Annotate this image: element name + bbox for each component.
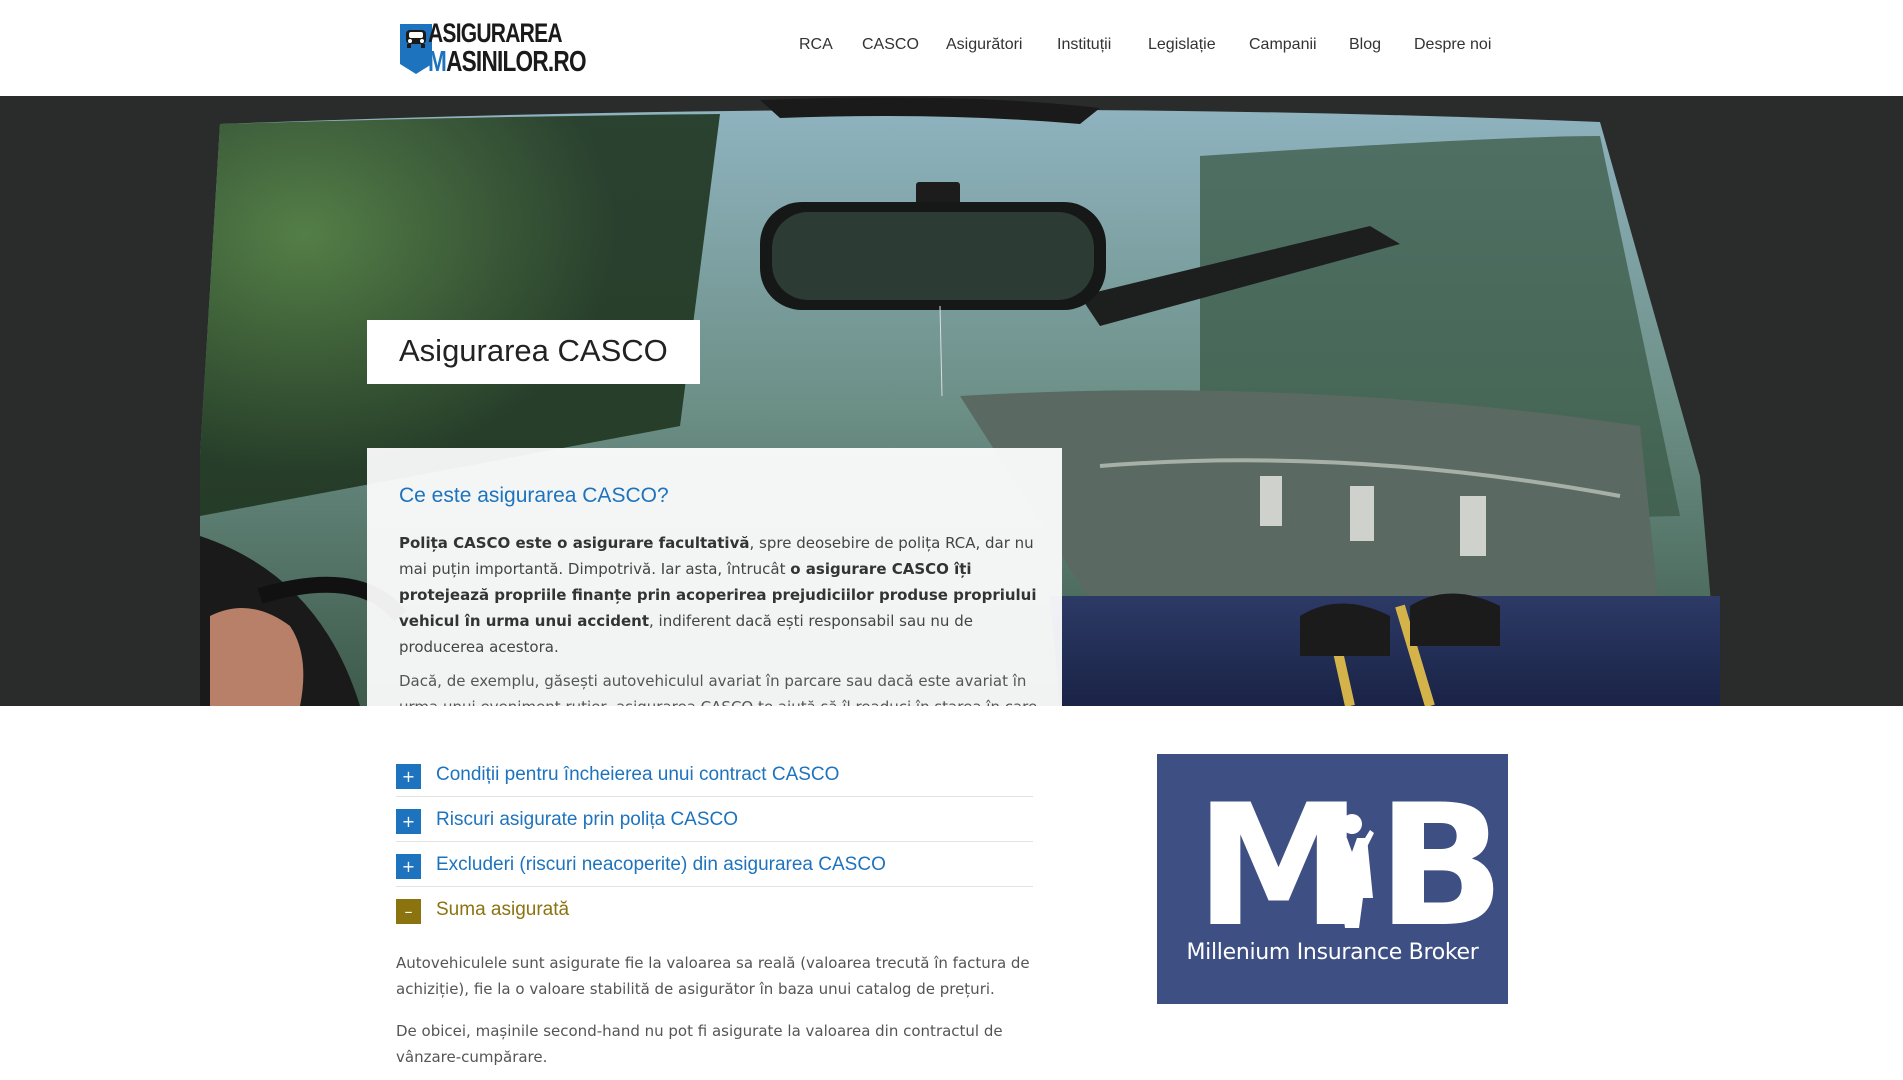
accordion-item-suma-asigurata[interactable]: – Suma asigurată <box>396 887 1033 932</box>
accordion-label[interactable]: Riscuri asigurate prin polița CASCO <box>436 809 738 831</box>
plus-icon[interactable]: + <box>396 764 421 789</box>
intro-heading: Ce este asigurarea CASCO? <box>399 484 669 507</box>
mib-logo-mark: M B <box>1195 768 1505 944</box>
main-nav: RCA CASCO Asigurători Instituții Legisla… <box>0 36 1903 58</box>
accordion-label[interactable]: Excluderi (riscuri neacoperite) din asig… <box>436 854 886 876</box>
intro-card: Ce este asigurarea CASCO? Polița CASCO e… <box>367 448 1062 706</box>
intro-paragraph-1: Polița CASCO este o asigurare facultativ… <box>399 530 1039 660</box>
plus-icon[interactable]: + <box>396 809 421 834</box>
intro-paragraph-2: Dacă, de exemplu, găsești autovehiculul … <box>399 672 1037 706</box>
accordion-label[interactable]: Condiții pentru încheierea unui contract… <box>436 764 839 786</box>
mib-letter-b: B <box>1377 768 1505 944</box>
mib-advert[interactable]: M B Millenium Insurance Broker <box>1157 754 1508 1004</box>
intro-bold-1: Polița CASCO este o asigurare facultativ… <box>399 534 750 552</box>
nav-item-casco[interactable]: CASCO <box>862 36 919 54</box>
nav-item-blog[interactable]: Blog <box>1349 36 1381 54</box>
page-title: Asigurarea CASCO <box>399 333 668 368</box>
accordion-item-excluderi[interactable]: + Excluderi (riscuri neacoperite) din as… <box>396 842 1033 887</box>
mib-caption: Millenium Insurance Broker <box>1186 940 1479 965</box>
faq-accordion: + Condiții pentru încheierea unui contra… <box>396 752 1033 932</box>
accordion-body-paragraph-1: Autovehiculele sunt asigurate fie la val… <box>396 954 1030 998</box>
site-header: ASIGURAREA MASINILOR.RO RCA CASCO Asigur… <box>0 0 1903 96</box>
hero-banner: Asigurarea CASCO Ce este asigurarea CASC… <box>0 96 1903 706</box>
accordion-item-riscuri[interactable]: + Riscuri asigurate prin polița CASCO <box>396 797 1033 842</box>
nav-item-rca[interactable]: RCA <box>799 36 833 54</box>
minus-icon[interactable]: – <box>396 899 421 924</box>
hero-title-box: Asigurarea CASCO <box>367 320 700 384</box>
nav-item-campanii[interactable]: Campanii <box>1249 36 1317 54</box>
accordion-body-paragraph-2: De obicei, mașinile second-hand nu pot f… <box>396 1022 1003 1066</box>
plus-icon[interactable]: + <box>396 854 421 879</box>
nav-item-institutii[interactable]: Instituții <box>1057 36 1111 54</box>
accordion-label[interactable]: Suma asigurată <box>436 899 569 921</box>
accordion-item-conditii[interactable]: + Condiții pentru încheierea unui contra… <box>396 752 1033 797</box>
nav-item-legislatie[interactable]: Legislație <box>1148 36 1216 54</box>
nav-item-asiguratori[interactable]: Asigurători <box>946 36 1022 54</box>
nav-item-despre-noi[interactable]: Despre noi <box>1414 36 1491 54</box>
